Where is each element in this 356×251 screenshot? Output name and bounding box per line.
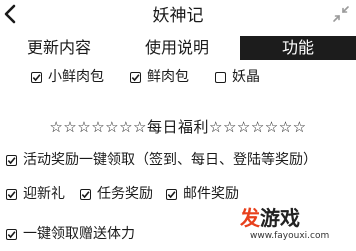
tab-instructions[interactable]: 使用说明 [118, 36, 236, 60]
checkbox-task-rewards[interactable] [80, 189, 91, 200]
page-title: 妖神记 [152, 6, 204, 26]
checkmark-icon [32, 73, 41, 81]
label-activity-rewards: 活动奖励一键领取（签到、每日、登陆等奖励） [23, 152, 317, 168]
watermark-brand: 发游戏 [240, 206, 300, 230]
checkmark-icon [81, 190, 90, 198]
title-bar: 妖神记 [0, 0, 356, 32]
collapse-button[interactable] [332, 5, 350, 23]
checkbox-meat-bun[interactable] [130, 72, 141, 83]
label-newcomer-gift: 迎新礼 [23, 186, 65, 202]
checkmark-icon [167, 190, 176, 198]
collapse-arrows-icon [333, 6, 349, 22]
checkbox-newcomer-gift[interactable] [6, 189, 17, 200]
site-watermark: 发游戏 www.fayouxi.com [236, 204, 354, 248]
checkbox-activity-rewards[interactable] [6, 155, 17, 166]
checkmark-icon [131, 73, 140, 81]
label-claim-stamina: 一键领取赠送体力 [23, 226, 135, 242]
option-label-demon-crystal: 妖晶 [232, 69, 260, 85]
checkbox-demon-crystal[interactable] [215, 72, 226, 83]
label-task-rewards: 任务奖励 [97, 186, 153, 202]
daily-welfare-banner: ☆☆☆☆☆☆☆每日福利☆☆☆☆☆☆☆ [49, 118, 307, 136]
tab-features[interactable]: 功能 [240, 36, 356, 60]
watermark-url: www.fayouxi.com [250, 231, 330, 241]
checkmark-icon [7, 230, 16, 238]
tab-bar: 更新内容 使用说明 功能 [0, 36, 356, 60]
checkbox-mail-rewards[interactable] [166, 189, 177, 200]
option-label-meat-bun: 鲜肉包 [147, 69, 189, 85]
checkbox-claim-stamina[interactable] [6, 229, 17, 240]
checkbox-small-meat-bun[interactable] [31, 72, 42, 83]
label-mail-rewards: 邮件奖励 [183, 186, 239, 202]
checkmark-icon [7, 190, 16, 198]
checkmark-icon [7, 156, 16, 164]
watermark-brand-part2: 游戏 [260, 206, 300, 230]
tab-update-content[interactable]: 更新内容 [0, 36, 118, 60]
watermark-brand-part1: 发 [240, 206, 260, 230]
option-label-small-meat-bun: 小鲜肉包 [48, 69, 104, 85]
